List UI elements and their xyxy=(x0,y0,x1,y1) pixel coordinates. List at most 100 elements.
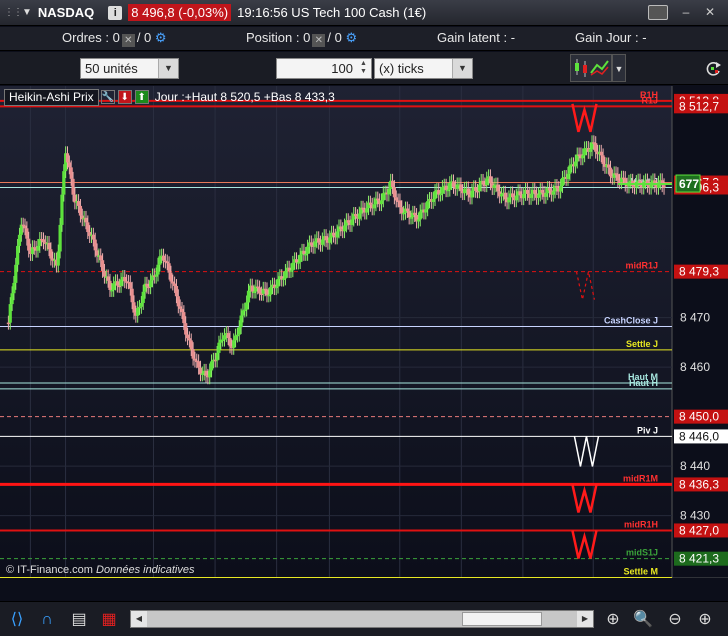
price-level-tag-label: 8 436,3 xyxy=(679,477,719,491)
level-name-label: Settle J xyxy=(626,339,658,349)
share-icon[interactable]: ⟨⟩ xyxy=(6,609,28,631)
keyboard-icon[interactable] xyxy=(648,5,668,20)
candle-body xyxy=(132,302,136,313)
candle-body xyxy=(14,264,18,283)
magnet-icon[interactable]: ∩ xyxy=(36,609,58,631)
candle-body xyxy=(171,281,175,284)
candle-body xyxy=(400,207,404,214)
minimize-icon[interactable]: – xyxy=(678,3,694,21)
close-icon[interactable]: ✕ xyxy=(702,3,718,21)
candle-body xyxy=(108,280,112,291)
candle-body xyxy=(149,280,153,288)
candle-body xyxy=(41,239,46,243)
candle-body xyxy=(189,340,193,350)
candle-body xyxy=(106,276,110,281)
zoom-out-icon[interactable]: ⊖ xyxy=(664,609,686,631)
scroll-right-icon[interactable]: ▶ xyxy=(577,611,593,627)
candle-body xyxy=(47,242,51,250)
candle-body xyxy=(536,194,541,198)
sell-arrow-icon[interactable]: ⬇ xyxy=(117,90,132,104)
drawing-tools-icon[interactable]: ▦ xyxy=(98,609,120,631)
candle-body xyxy=(608,167,613,177)
zoom-to-fit-icon[interactable]: ⊕ xyxy=(602,609,624,631)
price-tick-label: 8 440 xyxy=(680,459,710,473)
buy-arrow-icon[interactable]: ⬆ xyxy=(134,90,149,104)
candle-body xyxy=(328,237,332,243)
level-name-label: midS1J xyxy=(626,548,658,558)
info-icon[interactable]: i xyxy=(108,5,123,20)
candle-body xyxy=(416,219,421,222)
candle-body xyxy=(394,197,398,201)
chevron-down-icon[interactable]: ▼ xyxy=(158,59,178,78)
candle-body xyxy=(459,184,463,191)
candle-body xyxy=(182,312,186,324)
candle-body xyxy=(426,201,430,210)
stepper-arrows-icon[interactable]: ▲ ▼ xyxy=(357,60,370,77)
orders-settings-icon[interactable]: ⚙ xyxy=(155,30,167,45)
candle-body xyxy=(474,187,478,191)
candle-body xyxy=(115,281,119,286)
position-settings-icon[interactable]: ⚙ xyxy=(345,30,357,45)
candle-body xyxy=(76,201,81,206)
zoom-region-icon[interactable]: 🔍 xyxy=(632,609,654,631)
units-value: 50 unités xyxy=(85,61,138,76)
candle-body xyxy=(573,161,577,167)
level-name-label: Settle M xyxy=(623,566,658,576)
price-level-tag-label: 8 421,3 xyxy=(679,552,719,566)
chart-type-icon xyxy=(575,59,609,77)
wrench-icon[interactable]: 🔧 xyxy=(100,90,115,104)
grip-icon[interactable]: ⋮⋮ xyxy=(4,7,23,18)
price-chart[interactable]: R1HR1JHaut JmidR1JCashClose JSettle JHau… xyxy=(0,86,728,578)
position-total: / 0 xyxy=(327,30,342,45)
candle-body xyxy=(302,250,306,254)
chart-type-button[interactable] xyxy=(570,54,612,82)
ticks-stepper[interactable]: 100 ▲ ▼ xyxy=(276,58,372,79)
candle-body xyxy=(413,212,417,216)
candle-body xyxy=(185,334,190,339)
candle-body xyxy=(27,238,31,251)
dropdown-arrow-icon[interactable]: ▼ xyxy=(22,7,32,18)
refresh-icon[interactable] xyxy=(704,57,724,81)
candle-body xyxy=(167,263,171,273)
candle-body xyxy=(372,204,376,209)
candle-body xyxy=(407,211,411,218)
chevron-down-icon[interactable]: ▼ xyxy=(452,59,472,78)
candle-body xyxy=(444,185,448,191)
instrument-symbol[interactable]: NASDAQ xyxy=(38,5,94,20)
candle-body xyxy=(289,270,293,272)
candle-body xyxy=(245,302,249,310)
candle-body xyxy=(379,200,384,205)
indicators-icon[interactable]: ▤ xyxy=(68,609,90,631)
candle-body xyxy=(594,143,598,152)
chart-scrollbar[interactable]: ◀ ▶ xyxy=(130,610,594,628)
chart-type-dropdown-icon[interactable]: ▼ xyxy=(612,54,626,82)
price-level-tag-label: 8 446,0 xyxy=(679,429,719,443)
ticks-unit-select[interactable]: (x) ticks ▼ xyxy=(374,58,473,79)
candle-body xyxy=(174,285,179,297)
candle-body xyxy=(137,306,142,309)
candle-body xyxy=(566,173,570,179)
units-select[interactable]: 50 unités ▼ xyxy=(80,58,179,79)
position-label: Position : xyxy=(246,30,300,45)
candle-body xyxy=(200,373,204,375)
cancel-orders-icon[interactable]: ✕ xyxy=(121,34,135,47)
candle-body xyxy=(267,294,271,297)
close-position-icon[interactable]: ✕ xyxy=(312,34,326,47)
zoom-in-icon[interactable]: ⊕ xyxy=(694,609,716,631)
candle-body xyxy=(485,178,489,186)
candle-body xyxy=(233,335,238,341)
scroll-thumb[interactable] xyxy=(462,612,542,626)
candle-body xyxy=(438,193,443,196)
level-name-label: midR1H xyxy=(624,519,658,529)
price-tick-label: 8 470 xyxy=(680,311,710,325)
candle-body xyxy=(448,183,452,190)
scroll-left-icon[interactable]: ◀ xyxy=(131,611,147,627)
series-label[interactable]: Heikin-Ashi Prix xyxy=(4,88,99,106)
candle-body xyxy=(222,335,227,340)
orders-total: / 0 xyxy=(136,30,152,45)
candle-body xyxy=(525,189,529,194)
price-axis-background xyxy=(672,86,728,578)
candle-body xyxy=(387,188,391,195)
candle-body xyxy=(296,262,300,264)
candle-body xyxy=(269,287,273,295)
